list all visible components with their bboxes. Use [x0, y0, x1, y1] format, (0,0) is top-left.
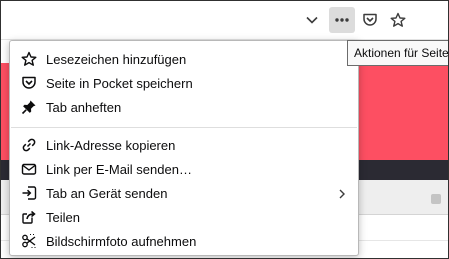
link-icon	[21, 137, 37, 153]
url-dropdown-button[interactable]	[299, 7, 325, 33]
menu-item-save-to-pocket[interactable]: Seite in Pocket speichern	[11, 71, 357, 95]
menu-item-send-tab-to-device[interactable]: Tab an Gerät senden	[11, 181, 357, 205]
screenshot-icon	[21, 233, 37, 249]
pocket-button[interactable]	[357, 7, 383, 33]
menu-item-take-screenshot[interactable]: Bildschirmfoto aufnehmen	[11, 229, 357, 253]
star-icon	[390, 12, 406, 28]
menu-item-share[interactable]: Teilen	[11, 205, 357, 229]
menu-item-pin-tab[interactable]: Tab anheften	[11, 95, 357, 119]
menu-item-label: Link per E-Mail senden…	[46, 161, 192, 177]
pocket-icon	[362, 12, 378, 28]
chevron-down-icon	[305, 13, 319, 27]
menu-item-label: Tab an Gerät senden	[46, 185, 168, 201]
menu-item-label: Link-Adresse kopieren	[46, 137, 176, 153]
menu-separator	[11, 127, 357, 128]
send-to-device-icon	[21, 185, 37, 201]
page-actions-tooltip: Aktionen für Seite	[347, 40, 448, 66]
page-actions-button[interactable]	[329, 7, 355, 33]
ellipsis-icon	[334, 12, 350, 28]
pocket-icon	[21, 75, 37, 91]
browser-window: Aktionen für Seite Lesezeichen hinzufüge…	[0, 0, 449, 259]
star-icon	[21, 51, 37, 67]
url-bar	[1, 1, 448, 40]
menu-item-label: Tab anheften	[46, 99, 122, 115]
menu-item-label: Bildschirmfoto aufnehmen	[46, 233, 197, 249]
pin-icon	[21, 99, 37, 115]
menu-item-label: Lesezeichen hinzufügen	[46, 51, 187, 67]
bookmark-star-button[interactable]	[385, 7, 411, 33]
menu-item-label: Seite in Pocket speichern	[46, 75, 193, 91]
menu-item-copy-link[interactable]: Link-Adresse kopieren	[11, 133, 357, 157]
chevron-right-icon	[336, 187, 348, 199]
share-icon	[21, 209, 37, 225]
menu-item-email-link[interactable]: Link per E-Mail senden…	[11, 157, 357, 181]
menu-item-label: Teilen	[46, 209, 80, 225]
menu-item-add-bookmark[interactable]: Lesezeichen hinzufügen	[11, 47, 357, 71]
page-scroll-square	[431, 194, 441, 204]
page-actions-menu: Lesezeichen hinzufügen Seite in Pocket s…	[9, 40, 359, 256]
mail-icon	[21, 161, 37, 177]
